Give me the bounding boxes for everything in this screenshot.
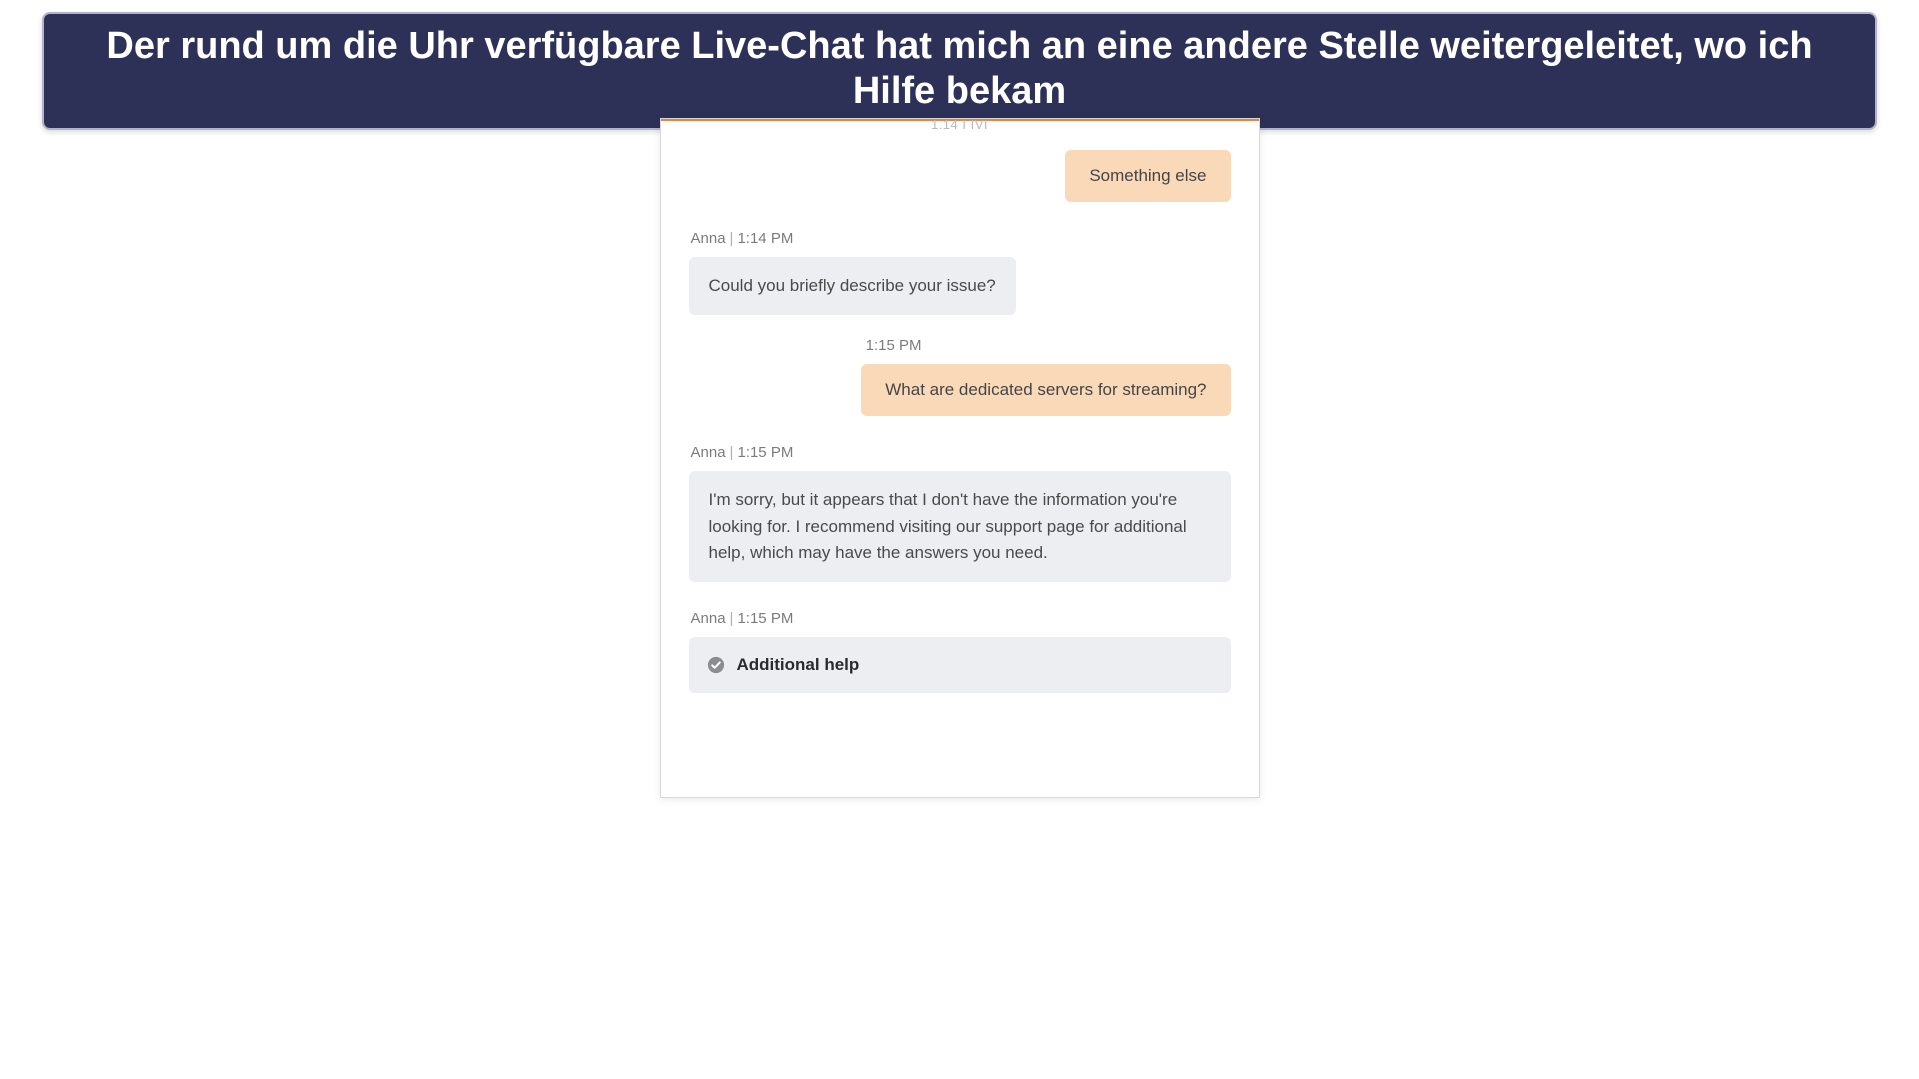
meta-separator: | <box>730 610 734 627</box>
agent-meta: Anna|1:15 PM <box>691 610 1231 627</box>
message-time: 1:14 PM <box>737 230 793 247</box>
caption-banner: Der rund um die Uhr verfügbare Live-Chat… <box>42 12 1877 130</box>
partial-time: 1.14 I IVI <box>689 118 1231 132</box>
chat-body: 1.14 I IVI Something else Anna|1:14 PM C… <box>661 118 1259 723</box>
user-message-bubble: What are dedicated servers for streaming… <box>861 364 1230 416</box>
chat-window: 1.14 I IVI Something else Anna|1:14 PM C… <box>660 118 1260 798</box>
additional-help-card[interactable]: Additional help <box>689 637 1231 693</box>
agent-name: Anna <box>691 610 726 627</box>
agent-meta: Anna|1:15 PM <box>691 444 1231 461</box>
additional-help-label: Additional help <box>737 655 860 675</box>
meta-separator: | <box>730 444 734 461</box>
message-row-user: Something else <box>689 150 1231 202</box>
check-circle-icon <box>707 656 725 674</box>
message-time: 1:15 PM <box>737 610 793 627</box>
agent-message-bubble: Could you briefly describe your issue? <box>689 257 1016 315</box>
meta-separator: | <box>730 230 734 247</box>
message-row-agent: Could you briefly describe your issue? <box>689 257 1231 315</box>
caption-text: Der rund um die Uhr verfügbare Live-Chat… <box>106 25 1812 112</box>
agent-name: Anna <box>691 230 726 247</box>
user-message-bubble: Something else <box>1065 150 1230 202</box>
message-time: 1:15 PM <box>737 444 793 461</box>
agent-message-bubble: I'm sorry, but it appears that I don't h… <box>689 471 1231 582</box>
agent-meta: Anna|1:14 PM <box>691 230 1231 247</box>
message-row-user: What are dedicated servers for streaming… <box>689 364 1231 416</box>
agent-name: Anna <box>691 444 726 461</box>
user-message-time: 1:15 PM <box>689 337 922 354</box>
message-row-agent: I'm sorry, but it appears that I don't h… <box>689 471 1231 582</box>
